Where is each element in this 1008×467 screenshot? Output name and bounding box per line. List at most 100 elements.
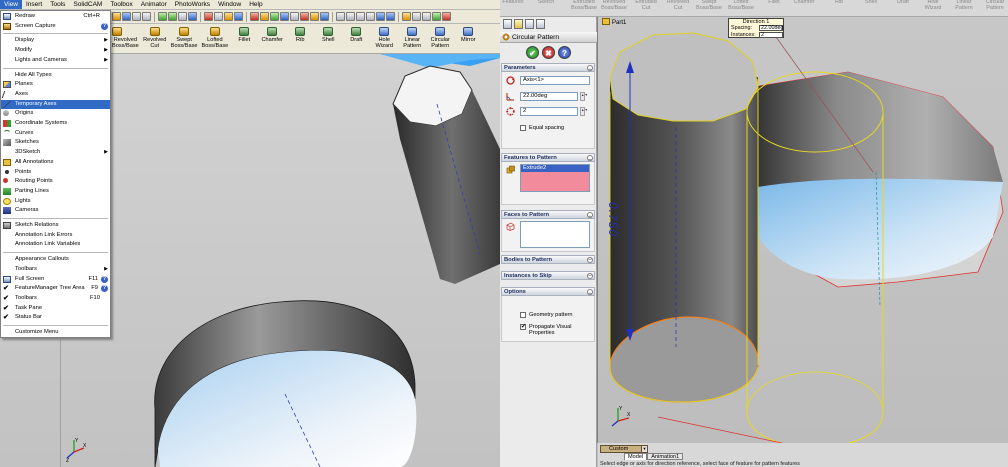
angle-spinner[interactable]: ▲▼ <box>580 92 588 101</box>
zoom-in-icon[interactable] <box>356 12 365 21</box>
menu-solidcam[interactable]: SolidCAM <box>69 0 106 9</box>
dimxpert-manager-tab[interactable] <box>536 19 545 29</box>
menu-item-temporary-axes[interactable]: Temporary Axes <box>1 99 110 109</box>
tab-model[interactable]: Model <box>624 453 648 460</box>
menu-item-display[interactable]: Display ▶ <box>1 36 110 45</box>
save-icon[interactable] <box>132 12 141 21</box>
property-manager-tab[interactable] <box>514 19 523 29</box>
instances-spinner[interactable]: ▲▼ <box>580 107 588 116</box>
command-revolved-boss[interactable]: Revolved Boss/Base <box>110 24 141 53</box>
print-icon[interactable] <box>142 12 151 21</box>
right-command-label[interactable]: Revolved Boss/Base <box>601 0 627 12</box>
menu-item-planes[interactable]: Planes <box>1 80 110 89</box>
command-hole-wizard[interactable]: Hole Wizard <box>370 24 398 53</box>
skip-header[interactable]: Instances to Skip ︾ <box>501 271 595 280</box>
menu-view[interactable]: View <box>0 0 22 9</box>
command-fillet[interactable]: Fillet <box>230 24 258 53</box>
right-command-label[interactable]: Shell <box>858 0 884 6</box>
menu-item-coordinate-systems[interactable]: Coordinate Systems <box>1 119 110 128</box>
right-command-label[interactable]: Chamfer <box>791 0 817 6</box>
menu-item-cameras[interactable]: Cameras <box>1 206 110 215</box>
tab-animation1[interactable]: Animation1 <box>647 453 684 460</box>
menu-item-all-annotations[interactable]: All Annotations <box>1 158 110 167</box>
command-linear-pattern[interactable]: Linear Pattern <box>398 24 426 53</box>
collapse-icon[interactable]: ︽ <box>587 155 593 161</box>
right-command-label[interactable]: Fillet <box>761 0 787 6</box>
feature-item[interactable]: Extrude2 <box>521 165 589 172</box>
menu-item-status-bar[interactable]: ✔ Status Bar <box>1 313 110 322</box>
menu-item-customize-menu[interactable]: Customize Menu <box>1 328 110 337</box>
right-command-label[interactable]: Rib <box>826 0 852 6</box>
arc-icon[interactable] <box>270 12 279 21</box>
wireframe-icon[interactable] <box>412 12 421 21</box>
command-chamfer[interactable]: Chamfer <box>258 24 286 53</box>
chevron-down-icon[interactable]: ▼ <box>641 446 647 452</box>
bodies-header[interactable]: Bodies to Pattern ︾ <box>501 255 595 264</box>
command-swept-boss[interactable]: Swept Boss/Base <box>169 24 200 53</box>
menu-item-lights[interactable]: Lights <box>1 197 110 206</box>
right-command-label[interactable]: Lofted Boss/Base <box>728 0 754 12</box>
faces-list[interactable] <box>520 221 590 248</box>
menu-item-parting-lines[interactable]: Parting Lines <box>1 187 110 196</box>
propagate-visual-checkbox[interactable]: ✔ <box>520 324 526 330</box>
spline-icon[interactable] <box>280 12 289 21</box>
menu-item-annotation-link-variables[interactable]: Annotation Link Variables <box>1 240 110 249</box>
zoom-fit-icon[interactable] <box>336 12 345 21</box>
zoom-selection-icon[interactable] <box>366 12 375 21</box>
shaded-icon[interactable] <box>432 12 441 21</box>
angle-field[interactable]: 22.00deg <box>520 92 578 101</box>
sketch-icon[interactable] <box>224 12 233 21</box>
direction-callout[interactable]: Direction 1 Spacing: 22.00deg Instances:… <box>728 18 784 38</box>
features-list[interactable]: Extrude2 <box>520 164 590 192</box>
geometry-pattern-checkbox[interactable] <box>520 312 526 318</box>
faces-header[interactable]: Faces to Pattern ︽ <box>501 210 595 219</box>
line-icon[interactable] <box>250 12 259 21</box>
direction-axis-icon[interactable] <box>506 76 515 85</box>
collapse-icon[interactable]: ︽ <box>587 65 593 71</box>
hidden-lines-icon[interactable] <box>422 12 431 21</box>
right-command-label[interactable]: Sketch <box>533 0 559 6</box>
select-icon[interactable] <box>178 12 187 21</box>
help-icon[interactable]: ? <box>101 285 108 293</box>
menu-item-axes[interactable]: Axes <box>1 90 110 99</box>
help-icon[interactable]: ? <box>101 275 108 283</box>
zoom-area-icon[interactable] <box>346 12 355 21</box>
menu-item-origins[interactable]: Origins <box>1 109 110 118</box>
redo-icon[interactable] <box>168 12 177 21</box>
command-draft[interactable]: Draft <box>342 24 370 53</box>
rectangle-icon[interactable] <box>290 12 299 21</box>
open-icon[interactable] <box>122 12 131 21</box>
right-command-label[interactable]: Extruded Boss/Base <box>571 0 597 12</box>
offset-icon[interactable] <box>310 12 319 21</box>
menu-item-modify[interactable]: Modify ▶ <box>1 46 110 55</box>
mirror-entities-icon[interactable] <box>320 12 329 21</box>
menu-help[interactable]: Help <box>245 0 266 9</box>
command-rib[interactable]: Rib <box>286 24 314 53</box>
right-command-label[interactable]: Features <box>500 0 526 6</box>
command-shell[interactable]: Shell <box>314 24 342 53</box>
right-command-label[interactable]: Draft <box>890 0 916 6</box>
axis-field[interactable]: Axis<1> <box>520 76 590 85</box>
features-header[interactable]: Features to Pattern ︽ <box>501 153 595 162</box>
instances-field[interactable]: 2 <box>520 107 578 116</box>
menu-item-featuremanager-tree-area[interactable]: ✔ FeatureManager Tree Area F9? <box>1 284 110 293</box>
menu-item-annotation-link-errors[interactable]: Annotation Link Errors <box>1 231 110 240</box>
right-command-label[interactable]: Hole Wizard <box>920 0 946 12</box>
menu-item-task-pane[interactable]: ✔ Task Pane <box>1 304 110 313</box>
options-header[interactable]: Options ︽ <box>501 287 595 296</box>
menu-item-toolbars[interactable]: Toolbars ▶ <box>1 265 110 274</box>
right-command-label[interactable]: Swept Boss/Base <box>696 0 722 12</box>
menu-animator[interactable]: Animator <box>137 0 171 9</box>
expand-icon[interactable]: ︾ <box>587 273 593 279</box>
parameters-header[interactable]: Parameters ︽ <box>501 63 595 72</box>
menu-item-hide-all-types[interactable]: Hide All Types <box>1 71 110 80</box>
right-command-label[interactable]: Revolved Cut <box>665 0 691 12</box>
menu-photoworks[interactable]: PhotoWorks <box>171 0 214 9</box>
menu-item-redraw[interactable]: Redraw Ctrl+R <box>1 12 110 21</box>
menu-item-lights-and-cameras[interactable]: Lights and Cameras ▶ <box>1 56 110 65</box>
menu-item-curves[interactable]: Curves <box>1 129 110 138</box>
menu-window[interactable]: Window <box>214 0 245 9</box>
view-orientation-icon[interactable] <box>402 12 411 21</box>
rebuild-icon[interactable] <box>188 12 197 21</box>
graphics-area-right[interactable]: Y X Part1 Direction 1 Spacing: 22.00deg … <box>598 17 1008 443</box>
